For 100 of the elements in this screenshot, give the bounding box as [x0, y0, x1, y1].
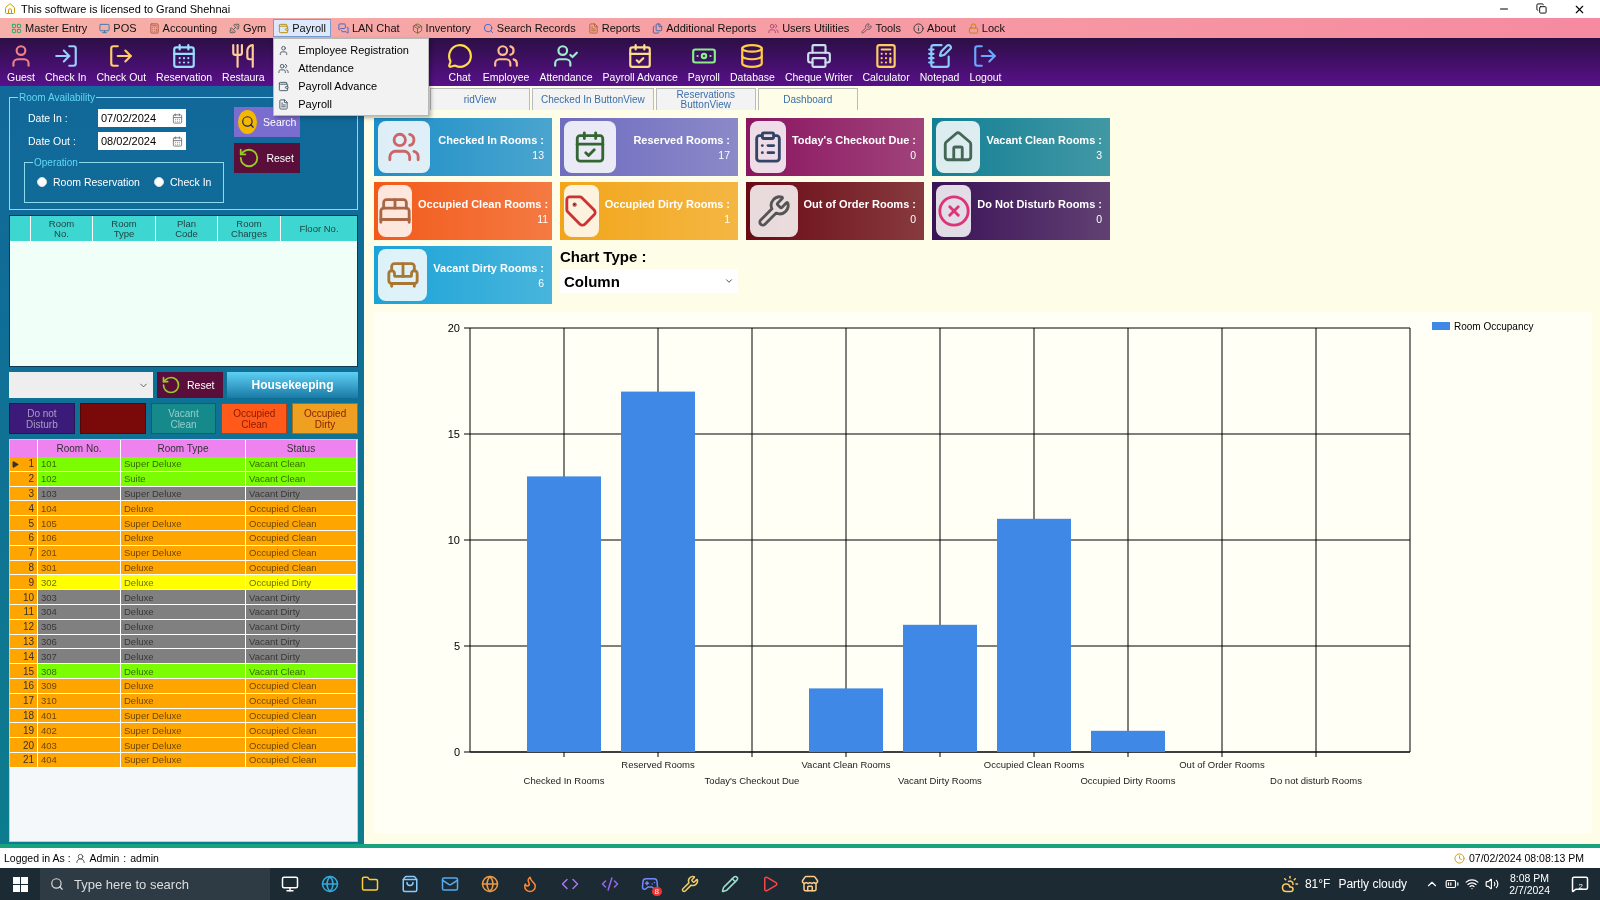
- toolbar-button[interactable]: Payroll: [682, 43, 725, 83]
- table-row[interactable]: 14 307 Deluxe Vacant Dirty: [10, 649, 357, 665]
- toolbar-button[interactable]: Logout: [964, 43, 1007, 83]
- clock-icon: [1454, 852, 1465, 864]
- tab[interactable]: ridView: [430, 88, 530, 110]
- toolbar-button[interactable]: Check Out: [91, 43, 152, 83]
- battery-icon[interactable]: [1445, 877, 1460, 891]
- radio-label[interactable]: Room Reservation: [53, 176, 140, 188]
- axis-tick-label: 15: [447, 428, 460, 440]
- table-cell: Deluxe: [121, 575, 246, 590]
- stat-card[interactable]: Vacant Clean Rooms : 3: [932, 118, 1110, 176]
- menu-item[interactable]: Lock: [962, 19, 1011, 37]
- card-value: 0: [910, 212, 916, 225]
- play-icon: [761, 875, 779, 893]
- axis-tick-label: 0: [453, 746, 460, 758]
- calendar-icon[interactable]: [172, 112, 183, 124]
- toolbar-button[interactable]: Check In: [40, 43, 92, 83]
- menu-item[interactable]: About: [908, 19, 961, 37]
- stat-card[interactable]: Do Not Disturb Rooms : 0: [932, 182, 1110, 240]
- table-row[interactable]: 9 302 Deluxe Occupied Dirty: [10, 575, 357, 591]
- restore-icon[interactable]: [1536, 2, 1547, 14]
- row-header[interactable]: 10: [10, 590, 38, 604]
- table-row[interactable]: 5 105 Super Deluxe Occupied Clean: [10, 516, 357, 531]
- table-cell: 306: [38, 634, 121, 649]
- stat-card[interactable]: Today's Checkout Due : 0: [746, 118, 924, 176]
- tab[interactable]: Checked In ButtonView: [532, 88, 654, 110]
- row-header[interactable]: 9: [10, 575, 38, 590]
- chart-type-select[interactable]: Column: [560, 269, 738, 293]
- menu-item[interactable]: Inventory: [406, 19, 476, 37]
- toolbar-button[interactable]: Cheque Writer: [779, 43, 858, 83]
- menu-option[interactable]: Attendance: [274, 59, 429, 77]
- menu-item[interactable]: Tools: [856, 19, 907, 37]
- menu-option[interactable]: Employee Registration: [274, 41, 429, 59]
- menu-item[interactable]: Payroll: [273, 19, 331, 37]
- taskbar-app[interactable]: 8: [630, 868, 670, 900]
- table-cell: 101: [38, 457, 121, 471]
- table-cell: Deluxe: [121, 560, 246, 575]
- axis-tick-label: 20: [447, 322, 460, 334]
- tab[interactable]: Dashboard: [757, 88, 858, 110]
- status-filter-button[interactable]: Do not Disturb: [9, 403, 75, 434]
- menu-item[interactable]: Additional Reports: [647, 19, 762, 37]
- wallet-icon: [278, 80, 290, 92]
- tab[interactable]: Reservations ButtonView: [655, 88, 756, 110]
- table-row[interactable]: 19 402 Super Deluxe Occupied Clean: [10, 723, 357, 739]
- menu-item[interactable]: Gym: [224, 19, 272, 37]
- row-header[interactable]: 1: [10, 457, 38, 471]
- toolbar-button[interactable]: Restaura: [217, 43, 270, 83]
- table-cell: Occupied Clean: [246, 723, 357, 738]
- toolbar-button[interactable]: Reservation: [151, 43, 218, 83]
- wrench-icon: [756, 194, 791, 228]
- status-filter-button[interactable]: Occupied Dirty: [292, 403, 358, 434]
- toolbar-button[interactable]: Payroll Advance: [597, 43, 683, 83]
- menu-item[interactable]: Accounting: [143, 19, 223, 37]
- toolbar-button[interactable]: Attendance: [534, 43, 598, 83]
- table-row[interactable]: 1 101 Super Deluxe Vacant Clean: [10, 457, 357, 472]
- reset-button[interactable]: Reset: [234, 143, 301, 173]
- radio-label[interactable]: Check In: [169, 176, 212, 188]
- card-title: Vacant Clean Rooms :: [986, 133, 1102, 146]
- row-header[interactable]: 14: [10, 649, 38, 664]
- toolbar-button[interactable]: Guest: [2, 43, 40, 83]
- code-icon: [601, 875, 619, 893]
- menu-item[interactable]: Master Entry: [6, 19, 93, 37]
- reset-button[interactable]: Reset: [157, 372, 223, 398]
- radio-button[interactable]: [37, 177, 47, 187]
- notepad-icon: [926, 43, 953, 69]
- wifi-icon[interactable]: [1465, 877, 1480, 891]
- menu-option[interactable]: Payroll Advance: [274, 77, 429, 95]
- toolbar-button[interactable]: Chat: [441, 43, 478, 83]
- chevron-icon: [724, 276, 734, 286]
- monitor-icon: [99, 22, 111, 34]
- toolbar-button[interactable]: Calculator: [857, 43, 915, 83]
- radio-button[interactable]: [153, 177, 164, 187]
- menu-item[interactable]: Users Utilities: [763, 19, 855, 37]
- toolbar-button[interactable]: Notepad: [914, 43, 965, 83]
- menu-item[interactable]: Reports: [582, 19, 646, 37]
- dropdown-field[interactable]: [9, 372, 153, 398]
- toolbar-button[interactable]: Database: [724, 43, 780, 83]
- taskbar-search-field[interactable]: Type here to search: [40, 868, 270, 900]
- card-title: Reserved Rooms :: [633, 133, 730, 146]
- menu-item[interactable]: POS: [94, 19, 142, 37]
- toolbar-button[interactable]: Employee: [477, 43, 535, 83]
- stat-card[interactable]: Reserved Rooms : 17: [560, 118, 738, 176]
- menu-item[interactable]: LAN Chat: [332, 19, 405, 37]
- table-cell: Vacant Dirty: [246, 604, 357, 619]
- table-row[interactable]: 4 104 Deluxe Occupied Clean: [10, 501, 357, 517]
- table-cell: Deluxe: [121, 604, 246, 619]
- calendar-icon[interactable]: [172, 135, 183, 147]
- table-cell: 302: [38, 575, 121, 590]
- card-value: 11: [537, 212, 549, 225]
- table-row[interactable]: 20 403 Super Deluxe Occupied Clean: [10, 738, 357, 753]
- row-header[interactable]: 15: [10, 664, 38, 678]
- volume-icon[interactable]: [1485, 877, 1500, 891]
- menu-item[interactable]: Search Records: [477, 19, 581, 37]
- table-cell: Super Deluxe: [121, 516, 246, 530]
- stat-card[interactable]: Out of Order Rooms : 0: [746, 182, 924, 240]
- date-field[interactable]: 08/02/2024: [98, 132, 186, 150]
- date-time: 07/02/2024 08:08:13 PM: [1469, 852, 1585, 864]
- table-row[interactable]: 15 308 Deluxe Vacant Clean: [10, 664, 357, 679]
- table-row[interactable]: 10 303 Deluxe Vacant Dirty: [10, 590, 357, 605]
- date-field[interactable]: 07/02/2024: [98, 109, 186, 127]
